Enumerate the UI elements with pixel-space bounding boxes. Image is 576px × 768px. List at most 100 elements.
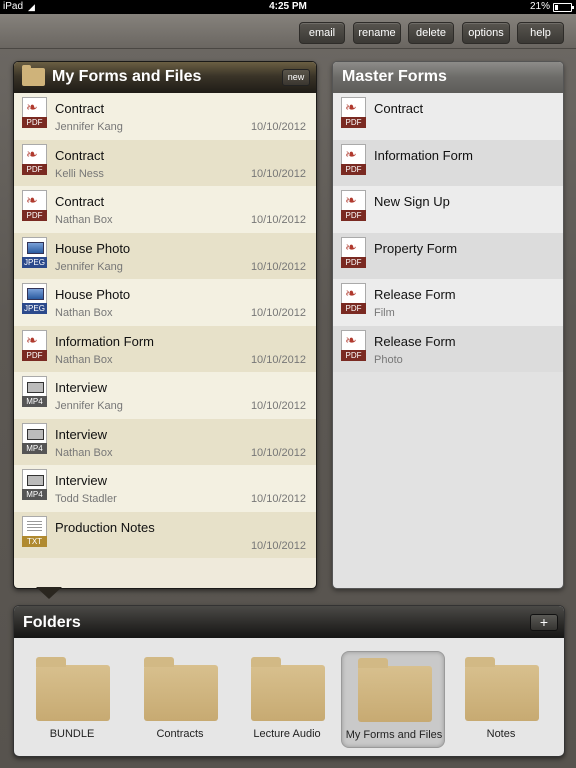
file-date: 10/10/2012 (250, 539, 306, 552)
pdf-file-icon: ❧ PDF (341, 329, 366, 361)
file-row[interactable]: TXT Production Notes 10/10/2012 (14, 511, 316, 558)
folder-tile[interactable]: Notes (449, 651, 553, 748)
master-form-row[interactable]: ❧ PDF Release Form Film (333, 279, 563, 326)
folder-icon (144, 657, 218, 721)
master-form-row[interactable]: ❧ PDF Release Form Photo (333, 325, 563, 372)
file-name: Interview (55, 473, 108, 488)
folder-tile[interactable]: BUNDLE (20, 651, 124, 748)
file-type-tag: PDF (22, 210, 47, 221)
file-name: Production Notes (55, 519, 155, 535)
folder-tile[interactable]: Contracts (128, 651, 232, 748)
new-button[interactable]: new (282, 69, 310, 86)
folder-label: Notes (486, 728, 516, 740)
my-forms-header: My Forms and Files new (14, 62, 316, 93)
file-name: House Photo (55, 240, 131, 256)
file-type-tag: PDF (22, 117, 47, 128)
file-type-tag: PDF (341, 117, 366, 128)
acrobat-glyph: ❧ (345, 192, 357, 208)
file-type-tag: PDF (341, 349, 366, 361)
file-row[interactable]: JPEG House Photo Nathan Box 10/10/2012 (14, 279, 316, 326)
image-file-icon: JPEG (22, 283, 47, 314)
form-name: New Sign Up (374, 194, 450, 209)
file-row[interactable]: JPEG House Photo Jennifer Kang 10/10/2012 (14, 232, 316, 279)
file-date: 10/10/2012 (250, 167, 306, 180)
file-name: House Photo (55, 287, 131, 302)
file-type-tag: JPEG (22, 303, 47, 314)
form-name: Release Form (374, 287, 456, 302)
form-name: Information Form (374, 147, 473, 163)
acrobat-glyph: ❧ (26, 331, 38, 348)
acrobat-glyph: ❧ (26, 192, 38, 208)
folder-label: BUNDLE (49, 728, 95, 740)
file-name: Information Form (55, 333, 154, 349)
delete-button[interactable]: delete (408, 22, 454, 44)
file-row[interactable]: MP4 Interview Todd Stadler 10/10/2012 (14, 465, 316, 512)
file-type-tag: TXT (22, 535, 47, 547)
file-owner: Todd Stadler (55, 493, 117, 505)
file-row[interactable]: ❧ PDF Information Form Nathan Box 10/10/2012 (14, 325, 316, 372)
file-row[interactable]: MP4 Interview Nathan Box 10/10/2012 (14, 418, 316, 465)
master-forms-list: ❧ PDF Contract ❧ PDF Information Form ❧ PDF New … (333, 93, 563, 372)
file-owner: Jennifer Kang (55, 400, 123, 412)
file-type-tag: PDF (341, 303, 366, 314)
clock: 4:25 PM (269, 1, 307, 12)
pdf-file-icon: ❧ PDF (341, 97, 366, 128)
master-forms-panel: Master Forms ❧ PDF Contract ❧ PDF Information… (332, 61, 564, 589)
email-button[interactable]: email (299, 22, 345, 44)
file-type-tag: PDF (22, 163, 47, 175)
file-name: Interview (55, 380, 108, 395)
folders-title: Folders (23, 614, 81, 631)
text-lines-glyph (27, 520, 42, 533)
master-form-row[interactable]: ❧ PDF Property Form (333, 232, 563, 279)
rename-button[interactable]: rename (353, 22, 401, 44)
acrobat-glyph: ❧ (345, 331, 357, 348)
master-form-row[interactable]: ❧ PDF Contract (333, 93, 563, 140)
file-type-tag: PDF (341, 163, 366, 175)
file-row[interactable]: MP4 Interview Jennifer Kang 10/10/2012 (14, 372, 316, 419)
folder-tile[interactable]: My Forms and Files (341, 651, 445, 748)
file-row[interactable]: ❧ PDF Contract Kelli Ness 10/10/2012 (14, 139, 316, 186)
video-file-icon: MP4 (22, 469, 47, 500)
battery-icon (553, 3, 574, 12)
pdf-file-icon: ❧ PDF (22, 190, 47, 221)
pdf-file-icon: ❧ PDF (341, 283, 366, 314)
file-date: 10/10/2012 (250, 400, 306, 412)
film-glyph (27, 382, 44, 393)
file-date: 10/10/2012 (250, 121, 306, 133)
file-row[interactable]: ❧ PDF Contract Jennifer Kang 10/10/2012 (14, 93, 316, 140)
file-type-tag: PDF (341, 210, 366, 221)
folder-icon (36, 657, 110, 721)
acrobat-glyph: ❧ (26, 145, 38, 162)
folder-label: Lecture Audio (253, 728, 321, 740)
acrobat-glyph: ❧ (345, 145, 357, 162)
master-forms-title: Master Forms (342, 68, 447, 85)
form-variant: Film (374, 307, 395, 319)
file-date: 10/10/2012 (250, 214, 306, 226)
file-date: 10/10/2012 (250, 307, 306, 319)
add-folder-button[interactable]: + (530, 614, 558, 631)
acrobat-glyph: ❧ (26, 99, 38, 115)
form-name: Contract (374, 101, 424, 116)
acrobat-glyph: ❧ (345, 285, 357, 301)
folder-icon (465, 657, 539, 721)
file-name: Contract (55, 147, 105, 163)
file-name: Interview (55, 426, 108, 442)
my-forms-title: My Forms and Files (52, 68, 202, 85)
pdf-file-icon: ❧ PDF (22, 143, 47, 175)
toolbar: email rename delete options help (0, 14, 576, 49)
film-glyph (27, 475, 44, 486)
file-name: Contract (55, 101, 105, 116)
battery-percent: 21% (529, 1, 550, 12)
file-row[interactable]: ❧ PDF Contract Nathan Box 10/10/2012 (14, 186, 316, 233)
file-date: 10/10/2012 (250, 353, 306, 366)
help-button[interactable]: help (517, 22, 564, 44)
master-form-row[interactable]: ❧ PDF New Sign Up (333, 186, 563, 233)
folder-tile[interactable]: Lecture Audio (235, 651, 339, 748)
form-name: Release Form (374, 333, 456, 349)
file-type-tag: PDF (22, 349, 47, 361)
file-owner: Nathan Box (55, 214, 113, 226)
pdf-file-icon: ❧ PDF (22, 329, 47, 361)
options-button[interactable]: options (462, 22, 510, 44)
master-form-row[interactable]: ❧ PDF Information Form (333, 139, 563, 186)
folder-label: My Forms and Files (345, 729, 443, 741)
